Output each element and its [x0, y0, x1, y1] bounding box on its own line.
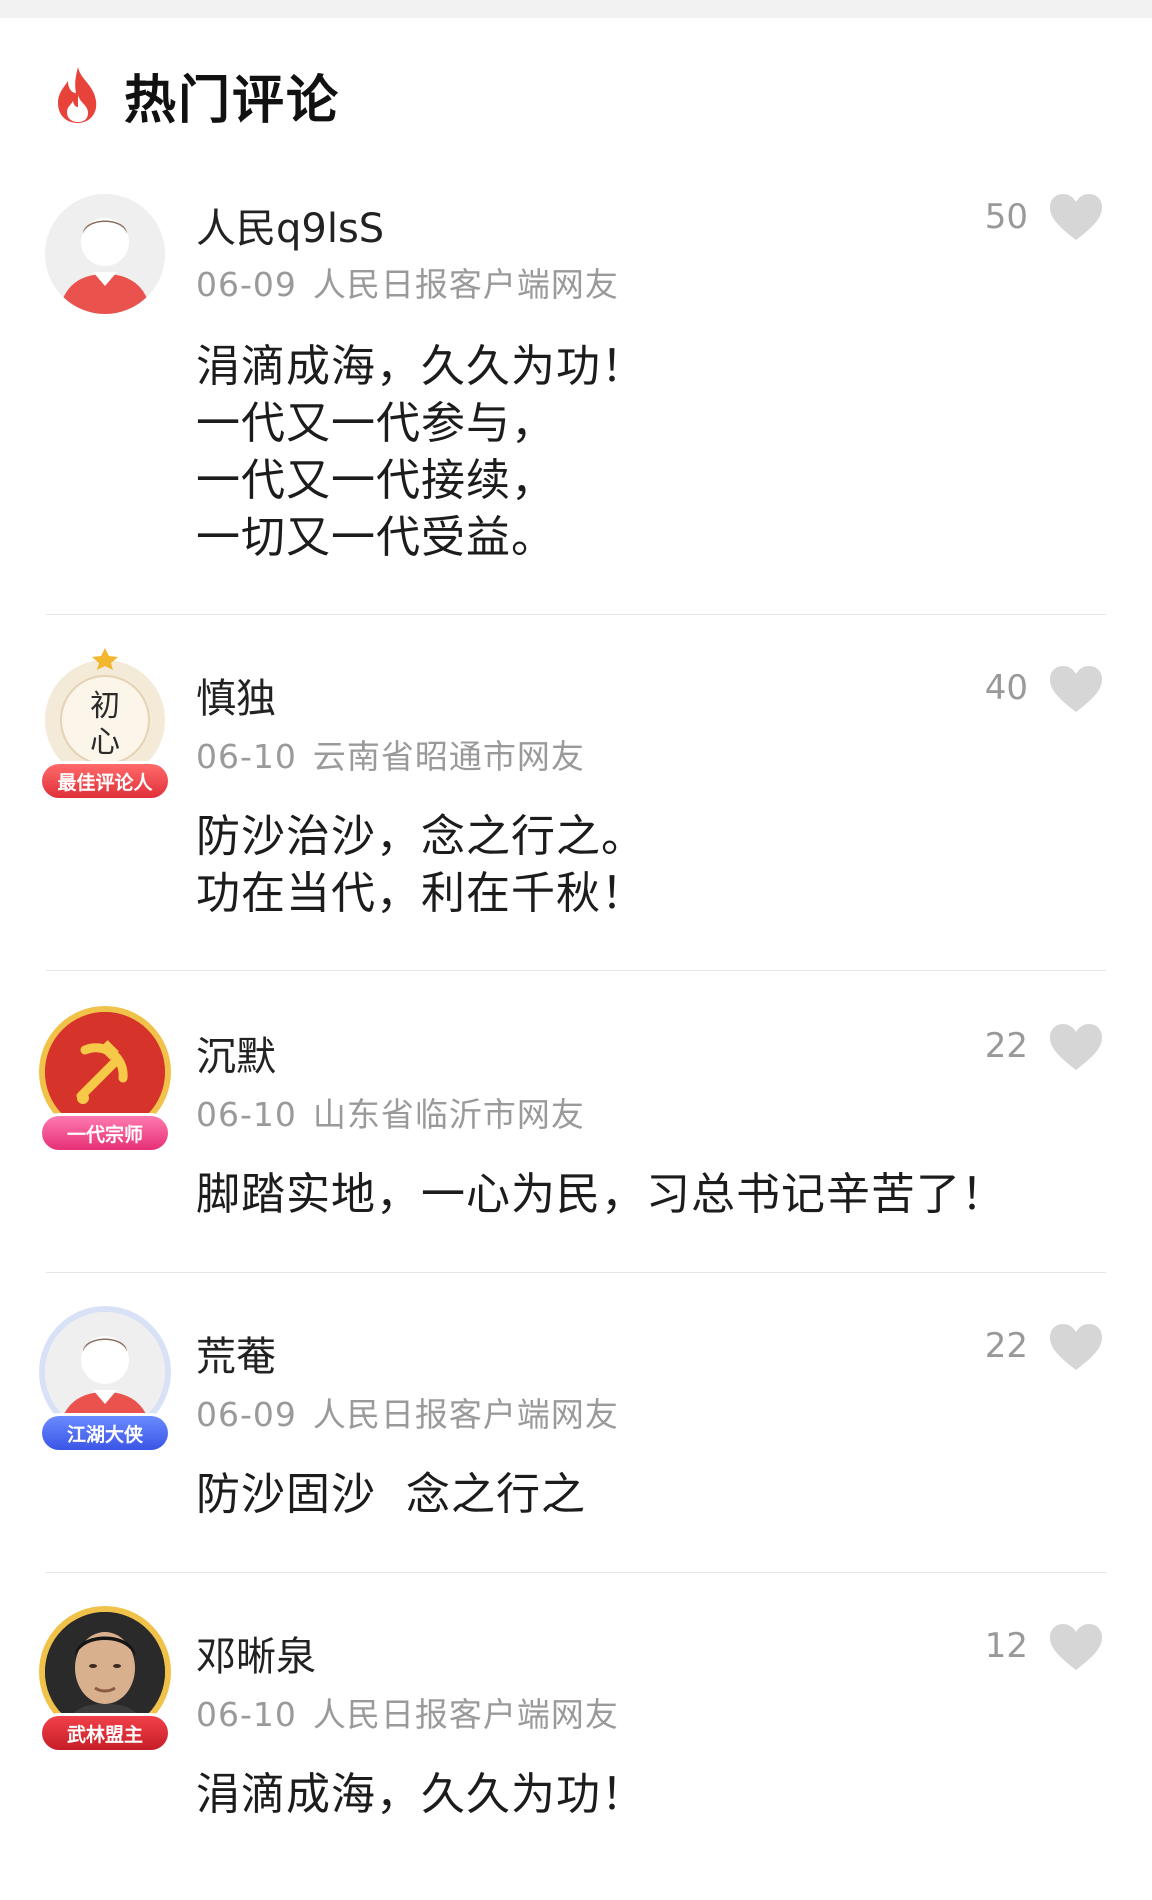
comment-text: 防沙治沙，念之行之。 功在当代，利在千秋！	[196, 808, 646, 922]
avatar-image: 初 心	[45, 660, 165, 780]
comment-source: 人民日报客户端网友	[312, 1695, 619, 1734]
comment-text: 防沙固沙 念之行之	[196, 1466, 586, 1523]
heart-icon[interactable]	[1048, 192, 1104, 242]
avatar[interactable]	[30, 186, 180, 336]
avatar-text: 心	[90, 725, 120, 760]
hot-comments-header: 热门评论	[50, 60, 341, 131]
comment-username[interactable]: 邓晰泉	[196, 1624, 316, 1682]
comment-username[interactable]: 慎独	[196, 666, 276, 724]
heart-icon[interactable]	[1048, 1622, 1104, 1672]
comment-text: 脚踏实地，一心为民，习总书记辛苦了！	[196, 1166, 1006, 1223]
comment-source: 山东省临沂市网友	[312, 1095, 585, 1134]
comment-date: 06-09	[196, 265, 297, 304]
heart-icon[interactable]	[1048, 1322, 1104, 1372]
comment-meta: 06-10 人民日报客户端网友	[196, 1688, 619, 1736]
default-user-icon	[45, 194, 165, 314]
user-badge: 最佳评论人	[42, 764, 168, 798]
comment-meta: 06-10 山东省临沂市网友	[196, 1088, 585, 1136]
star-icon	[92, 648, 118, 670]
comment-source: 人民日报客户端网友	[312, 1395, 619, 1434]
avatar-text: 初	[90, 689, 120, 724]
comment-line: 防沙固沙 念之行之	[196, 1469, 586, 1520]
like-count: 22	[984, 1326, 1028, 1366]
heart-icon[interactable]	[1048, 664, 1104, 714]
user-badge: 一代宗师	[42, 1116, 168, 1150]
like-count: 12	[984, 1626, 1028, 1666]
avatar[interactable]: 初 心 最佳评论人	[30, 648, 180, 802]
flame-icon	[58, 67, 97, 123]
comment-date: 06-10	[196, 1095, 297, 1134]
comment-meta: 06-09 人民日报客户端网友	[196, 1388, 619, 1436]
comment-line: 一切又一代受益。	[196, 512, 556, 563]
comment-line: 防沙治沙，念之行之。	[196, 811, 646, 862]
heart-icon[interactable]	[1048, 1022, 1104, 1072]
section-title: 热门评论	[124, 70, 341, 131]
like-count: 50	[984, 197, 1028, 237]
comment-line: 一代又一代参与，	[196, 398, 556, 449]
comment-line: 涓滴成海，久久为功！	[196, 341, 646, 392]
comment-line: 脚踏实地，一心为民，习总书记辛苦了！	[196, 1169, 1006, 1220]
user-badge: 武林盟主	[42, 1716, 168, 1750]
avatar-image	[45, 1312, 165, 1432]
avatar-image	[45, 194, 165, 314]
divider	[46, 1272, 1106, 1273]
like-count: 40	[984, 668, 1028, 708]
like-count: 22	[984, 1026, 1028, 1066]
avatar-image	[45, 1612, 165, 1732]
divider	[46, 1572, 1106, 1573]
comment-text: 涓滴成海，久久为功！ 一代又一代参与， 一代又一代接续， 一切又一代受益。	[196, 338, 646, 566]
top-status-strip	[0, 0, 1152, 18]
avatar-image	[45, 1012, 165, 1132]
comment-meta: 06-09 人民日报客户端网友	[196, 258, 619, 306]
divider	[46, 970, 1106, 971]
avatar[interactable]: 一代宗师	[30, 1004, 180, 1154]
comment-text: 涓滴成海，久久为功！	[196, 1766, 646, 1823]
comment-date: 06-09	[196, 1395, 297, 1434]
comment-line: 涓滴成海，久久为功！	[196, 1769, 646, 1820]
comment-date: 06-10	[196, 1695, 297, 1734]
comment-username[interactable]: 沉默	[196, 1024, 276, 1082]
default-user-icon	[45, 1312, 165, 1432]
divider	[46, 614, 1106, 615]
user-photo	[45, 1612, 165, 1732]
calligraphy-avatar: 初 心	[45, 660, 165, 780]
comment-username[interactable]: 人民q9lsS	[196, 196, 384, 254]
comment-date: 06-10	[196, 737, 297, 776]
comment-line: 一代又一代接续，	[196, 455, 556, 506]
comment-meta: 06-10 云南省昭通市网友	[196, 730, 585, 778]
emblem-icon	[45, 1012, 165, 1132]
user-badge: 江湖大侠	[42, 1416, 168, 1450]
avatar[interactable]: 江湖大侠	[30, 1304, 180, 1454]
comment-source: 云南省昭通市网友	[312, 737, 585, 776]
comment-line: 功在当代，利在千秋！	[196, 868, 646, 919]
comment-username[interactable]: 荒菴	[196, 1324, 276, 1382]
avatar[interactable]: 武林盟主	[30, 1604, 180, 1754]
comment-source: 人民日报客户端网友	[312, 265, 619, 304]
